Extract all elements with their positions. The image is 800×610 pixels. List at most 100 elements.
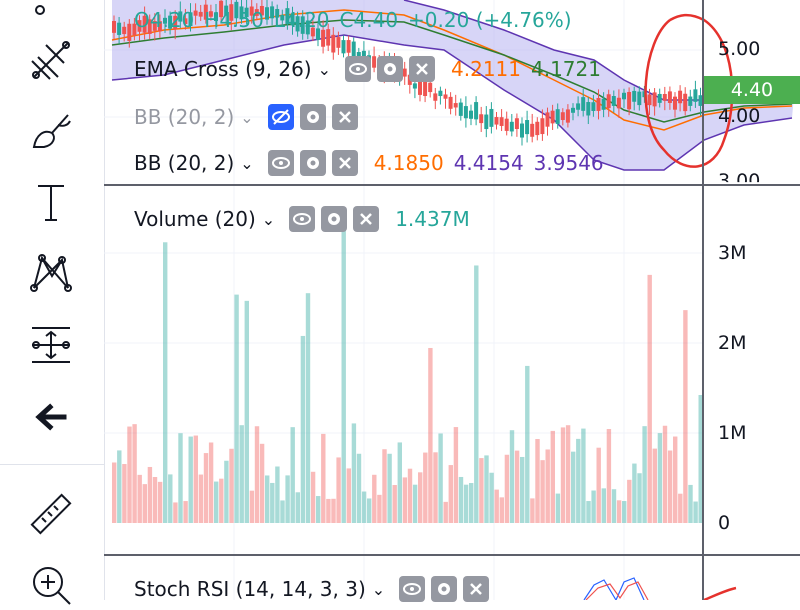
gear-icon[interactable] xyxy=(377,56,404,82)
bb-hidden-label[interactable]: BB (20, 2) xyxy=(134,105,234,129)
bb-hidden-legend[interactable]: BB (20, 2) ⌄ xyxy=(134,104,364,130)
candle-body xyxy=(596,97,601,111)
eye-icon[interactable] xyxy=(345,56,372,82)
volume-bar xyxy=(463,484,469,523)
candle-body xyxy=(117,22,122,35)
volume-bar xyxy=(392,485,397,523)
gear-icon[interactable] xyxy=(299,104,326,130)
candle-body xyxy=(412,83,417,89)
gear-icon[interactable] xyxy=(321,206,348,232)
eye-icon[interactable] xyxy=(399,576,426,602)
gear-icon[interactable] xyxy=(299,150,326,176)
chevron-down-icon[interactable]: ⌄ xyxy=(262,210,275,229)
bb-lower-value: 3.9546 xyxy=(533,151,604,175)
volume-bar xyxy=(280,500,285,523)
bb-legend[interactable]: BB (20, 2) ⌄ 4.1850 4.4154 3.9546 xyxy=(134,150,604,176)
candle-body xyxy=(453,103,458,108)
volume-bar xyxy=(652,448,657,523)
close-icon[interactable] xyxy=(463,576,490,602)
text-icon[interactable] xyxy=(22,178,80,228)
volume-bar xyxy=(601,488,606,523)
back-arrow-icon[interactable] xyxy=(22,392,80,442)
volume-bar xyxy=(683,310,688,523)
measure-lines-icon[interactable] xyxy=(22,320,80,370)
volume-bar xyxy=(229,448,234,523)
volume-bar xyxy=(499,497,504,523)
drawing-toolbar xyxy=(0,0,105,605)
pattern-icon[interactable] xyxy=(22,248,80,298)
close-icon[interactable] xyxy=(331,150,358,176)
candle-body xyxy=(433,93,438,101)
candle-body xyxy=(331,34,336,53)
chevron-down-icon[interactable]: ⌄ xyxy=(318,60,331,79)
volume-bar xyxy=(535,439,540,523)
pane-separator-price[interactable] xyxy=(104,184,800,186)
lines-icon[interactable] xyxy=(22,35,80,85)
ema-cross-legend[interactable]: EMA Cross (9, 26) ⌄ 4.2111 4.1721 xyxy=(134,56,601,82)
volume-bar xyxy=(142,484,147,523)
chevron-down-icon[interactable]: ⌄ xyxy=(240,108,253,127)
ema-cross-label[interactable]: EMA Cross (9, 26) xyxy=(134,57,312,81)
volume-bar xyxy=(489,472,494,523)
candle-body xyxy=(479,114,484,124)
volume-bar xyxy=(254,426,260,523)
volume-bar xyxy=(244,300,249,523)
volume-bar xyxy=(224,460,229,523)
candle-body xyxy=(581,97,586,111)
volume-bar xyxy=(525,365,530,523)
eye-icon[interactable] xyxy=(289,206,316,232)
candle-body xyxy=(321,29,326,47)
volume-label[interactable]: Volume (20) xyxy=(134,207,256,231)
chart-area[interactable]: O4.20 H4.50 L4.20 C4.40 +0.20 (+4.76%) E… xyxy=(104,0,800,602)
volume-bar xyxy=(571,451,576,523)
candle-body xyxy=(346,40,351,53)
eye-crossed-icon[interactable] xyxy=(267,104,294,130)
volume-bar xyxy=(346,468,351,523)
ruler-icon[interactable] xyxy=(22,490,80,540)
close-icon[interactable] xyxy=(409,56,436,82)
volume-bar xyxy=(147,466,153,523)
volume-bar xyxy=(688,484,693,523)
chevron-down-icon[interactable]: ⌄ xyxy=(240,154,253,173)
volume-bar xyxy=(693,501,698,523)
pane-separator-volume[interactable] xyxy=(104,554,800,556)
brush-icon[interactable] xyxy=(22,105,80,155)
candle-body xyxy=(525,120,530,135)
volume-bar xyxy=(249,490,255,523)
volume-bar xyxy=(265,475,270,523)
ema-slow-value: 4.1721 xyxy=(531,57,601,81)
bb-label[interactable]: BB (20, 2) xyxy=(134,151,234,175)
candle-body xyxy=(576,103,581,110)
volume-bar xyxy=(152,477,158,523)
volume-bar xyxy=(504,454,510,523)
candle-body xyxy=(637,91,642,106)
gear-icon[interactable] xyxy=(431,576,458,602)
candle-body xyxy=(601,98,606,110)
candle-body xyxy=(458,102,463,116)
volume-bar xyxy=(382,449,387,523)
volume-legend[interactable]: Volume (20) ⌄ 1.437M xyxy=(134,206,470,232)
volume-bar xyxy=(453,427,459,523)
candle-body xyxy=(632,90,637,102)
stoch-rsi-label[interactable]: Stoch RSI (14, 14, 3, 3) xyxy=(134,577,366,601)
volume-bar xyxy=(418,472,423,523)
volume-bar xyxy=(377,494,382,523)
candle-body xyxy=(438,90,443,97)
chevron-down-icon[interactable]: ⌄ xyxy=(372,580,385,599)
candle-body xyxy=(693,89,698,102)
volume-bar xyxy=(331,498,336,523)
close-icon[interactable] xyxy=(353,206,380,232)
crosshair-icon[interactable] xyxy=(22,0,80,28)
zoom-in-icon[interactable] xyxy=(22,560,80,610)
stoch-rsi-legend[interactable]: Stoch RSI (14, 14, 3, 3) ⌄ xyxy=(134,576,495,602)
close-icon[interactable] xyxy=(331,104,358,130)
candle-body xyxy=(509,121,514,132)
bb-upper-value: 4.4154 xyxy=(453,151,524,175)
volume-bar xyxy=(168,474,173,523)
bb-basis-value: 4.1850 xyxy=(373,151,444,175)
volume-bar xyxy=(351,423,357,523)
volume-bar xyxy=(305,293,311,523)
volume-bar xyxy=(336,457,341,523)
volume-bar xyxy=(474,265,479,523)
eye-icon[interactable] xyxy=(267,150,294,176)
